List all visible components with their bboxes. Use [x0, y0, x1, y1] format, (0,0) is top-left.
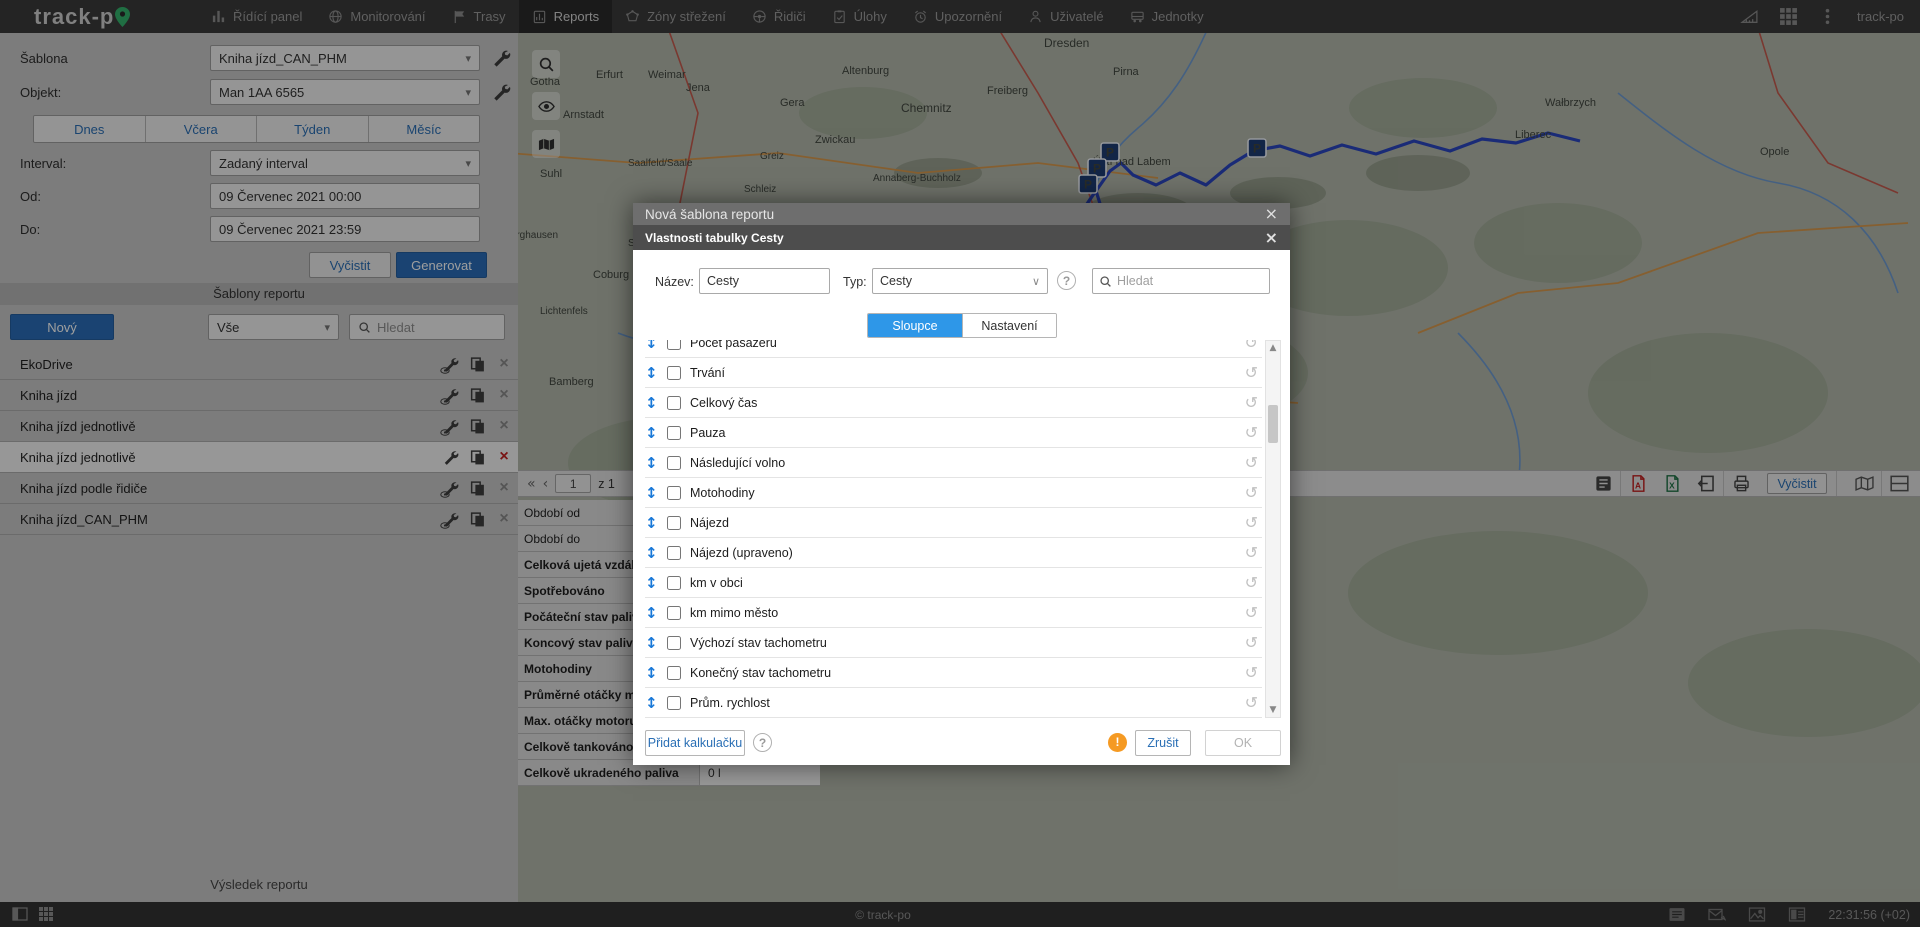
column-label: Celkový čas	[690, 396, 1245, 410]
chevron-down-icon: ∨	[1032, 275, 1040, 288]
warning-icon: !	[1108, 733, 1127, 752]
column-label: Následující volno	[690, 456, 1245, 470]
column-label: km mimo město	[690, 606, 1245, 620]
column-label: Prům. rychlost	[690, 696, 1245, 710]
close-icon[interactable]: ×	[1265, 206, 1278, 222]
columns-list: ↕Počet pasažérů↺↕Trvání↺↕Celkový čas↺↕Pa…	[645, 340, 1262, 718]
help-icon[interactable]: ?	[753, 733, 772, 752]
column-row: ↕ Pauza↺	[645, 418, 1262, 448]
column-label: Pauza	[690, 426, 1245, 440]
column-label: Konečný stav tachometru	[690, 666, 1245, 680]
name-label: Název:	[655, 275, 694, 289]
undo-icon[interactable]: ↺	[1245, 393, 1258, 412]
column-row: ↕ Nájezd↺	[645, 508, 1262, 538]
undo-icon[interactable]: ↺	[1245, 603, 1258, 622]
close-icon[interactable]: ×	[1265, 230, 1278, 246]
column-checkbox[interactable]	[667, 576, 681, 590]
column-label: Trvání	[690, 366, 1245, 380]
column-row: ↕ Trvání↺	[645, 358, 1262, 388]
column-checkbox[interactable]	[667, 340, 681, 350]
undo-icon[interactable]: ↺	[1245, 663, 1258, 682]
column-label: Nájezd	[690, 516, 1245, 530]
column-checkbox[interactable]	[667, 426, 681, 440]
table-properties-dialog-body: Název: Typ: Cesty∨ ? Hledat Sloupce Nast…	[633, 250, 1290, 765]
dialog-tabs: Sloupce Nastavení	[867, 313, 1057, 338]
drag-handle-icon[interactable]: ↕	[645, 514, 667, 532]
drag-handle-icon[interactable]: ↕	[645, 604, 667, 622]
column-label: km v obci	[690, 576, 1245, 590]
drag-handle-icon[interactable]: ↕	[645, 544, 667, 562]
column-checkbox[interactable]	[667, 696, 681, 710]
column-checkbox[interactable]	[667, 606, 681, 620]
column-checkbox[interactable]	[667, 546, 681, 560]
undo-icon[interactable]: ↺	[1245, 573, 1258, 592]
column-row: ↕ Výchozí stav tachometru↺	[645, 628, 1262, 658]
column-checkbox[interactable]	[667, 516, 681, 530]
scroll-up-icon[interactable]: ▲	[1266, 341, 1280, 355]
column-label: Počet pasažérů	[690, 340, 1245, 350]
column-checkbox[interactable]	[667, 366, 681, 380]
undo-icon[interactable]: ↺	[1245, 633, 1258, 652]
drag-handle-icon[interactable]: ↕	[645, 484, 667, 502]
column-row: ↕ Počet pasažérů↺	[645, 340, 1262, 358]
drag-handle-icon[interactable]: ↕	[645, 664, 667, 682]
column-checkbox[interactable]	[667, 396, 681, 410]
drag-handle-icon[interactable]: ↕	[645, 694, 667, 712]
undo-icon[interactable]: ↺	[1245, 693, 1258, 712]
column-row: ↕ km mimo město↺	[645, 598, 1262, 628]
column-checkbox[interactable]	[667, 636, 681, 650]
undo-icon[interactable]: ↺	[1245, 340, 1258, 352]
column-row: ↕ Prům. rychlost↺	[645, 688, 1262, 718]
column-checkbox[interactable]	[667, 486, 681, 500]
undo-icon[interactable]: ↺	[1245, 513, 1258, 532]
undo-icon[interactable]: ↺	[1245, 363, 1258, 382]
drag-handle-icon[interactable]: ↕	[645, 340, 667, 352]
new-report-template-dialog: Nová šablona reportu × Vlastnosti tabulk…	[633, 203, 1290, 765]
column-row: ↕ Motohodiny↺	[645, 478, 1262, 508]
column-row: ↕ Následující volno↺	[645, 448, 1262, 478]
scrollbar-thumb[interactable]	[1268, 405, 1278, 443]
outer-dialog-header[interactable]: Nová šablona reportu ×	[633, 203, 1290, 225]
add-calculator-button[interactable]: Přidat kalkulačku	[645, 730, 745, 756]
column-label: Výchozí stav tachometru	[690, 636, 1245, 650]
ok-button[interactable]: OK	[1205, 730, 1281, 756]
columns-scrollbar[interactable]: ▲ ▼	[1265, 340, 1281, 718]
type-label: Typ:	[843, 275, 867, 289]
column-row: ↕ Nájezd (upraveno)↺	[645, 538, 1262, 568]
search-icon	[1099, 275, 1112, 288]
drag-handle-icon[interactable]: ↕	[645, 634, 667, 652]
undo-icon[interactable]: ↺	[1245, 543, 1258, 562]
drag-handle-icon[interactable]: ↕	[645, 424, 667, 442]
name-input[interactable]	[699, 268, 830, 294]
help-icon[interactable]: ?	[1057, 271, 1076, 290]
column-row: ↕ Celkový čas↺	[645, 388, 1262, 418]
cancel-button[interactable]: Zrušit	[1135, 730, 1191, 756]
column-row: ↕ Konečný stav tachometru↺	[645, 658, 1262, 688]
drag-handle-icon[interactable]: ↕	[645, 574, 667, 592]
type-select[interactable]: Cesty∨	[872, 268, 1048, 294]
column-checkbox[interactable]	[667, 456, 681, 470]
undo-icon[interactable]: ↺	[1245, 483, 1258, 502]
outer-dialog-title: Nová šablona reportu	[645, 207, 774, 222]
drag-handle-icon[interactable]: ↕	[645, 454, 667, 472]
column-label: Nájezd (upraveno)	[690, 546, 1245, 560]
table-properties-dialog-header[interactable]: Vlastnosti tabulky Cesty ×	[633, 225, 1290, 250]
column-row: ↕ km v obci↺	[645, 568, 1262, 598]
column-label: Motohodiny	[690, 486, 1245, 500]
column-checkbox[interactable]	[667, 666, 681, 680]
tab-settings[interactable]: Nastavení	[962, 314, 1056, 337]
column-search-input[interactable]: Hledat	[1092, 268, 1270, 294]
drag-handle-icon[interactable]: ↕	[645, 364, 667, 382]
undo-icon[interactable]: ↺	[1245, 423, 1258, 442]
scroll-down-icon[interactable]: ▼	[1266, 703, 1280, 717]
drag-handle-icon[interactable]: ↕	[645, 394, 667, 412]
inner-dialog-title: Vlastnosti tabulky Cesty	[645, 231, 784, 245]
undo-icon[interactable]: ↺	[1245, 453, 1258, 472]
tab-columns[interactable]: Sloupce	[868, 314, 962, 337]
